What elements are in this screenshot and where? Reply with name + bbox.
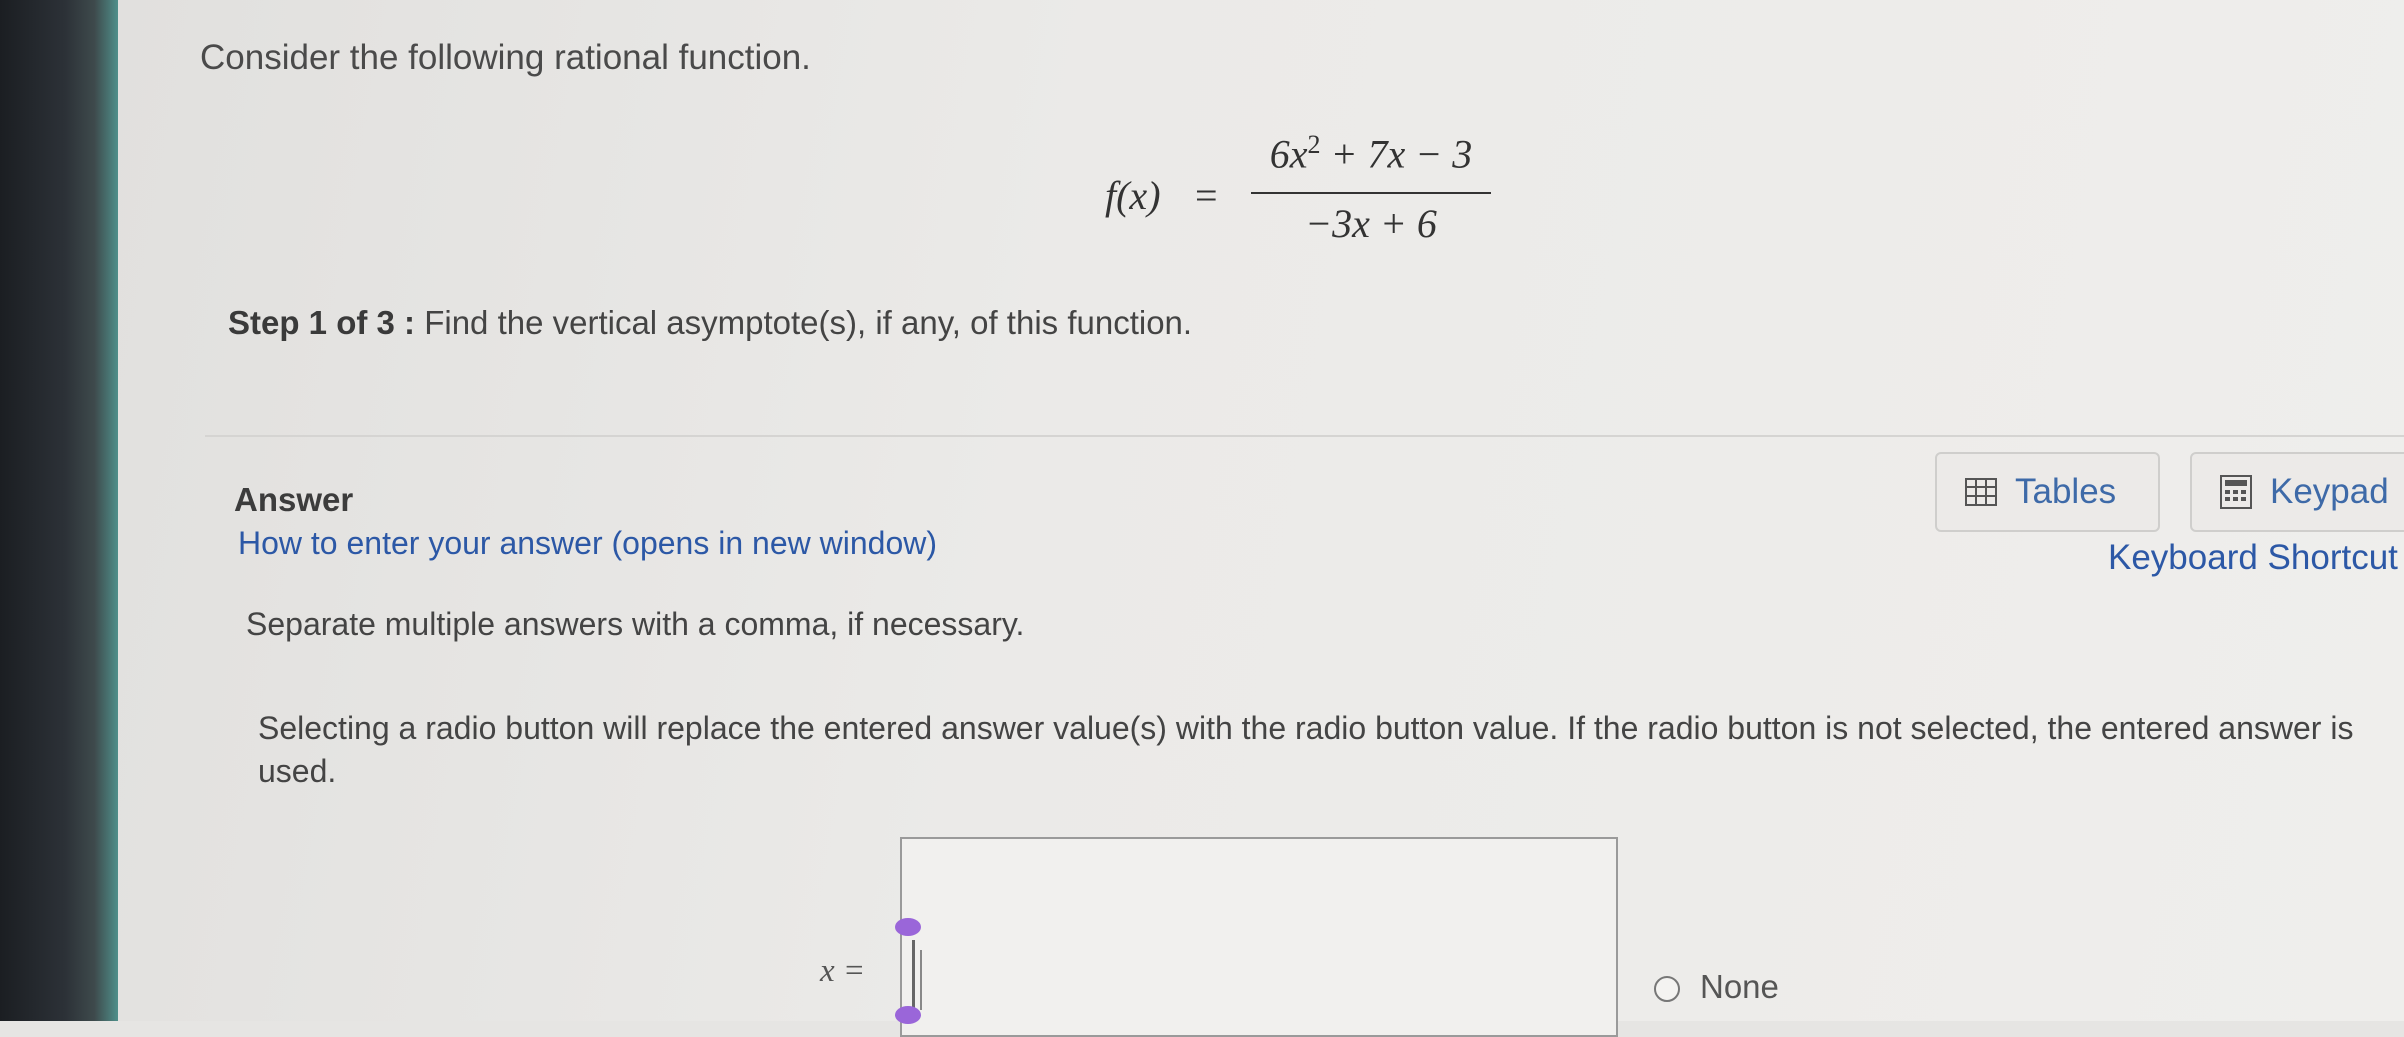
answer-heading: Answer [234,481,354,518]
section-divider [205,435,2404,437]
denominator-text: −3x + 6 [1305,201,1437,246]
function-denominator: −3x + 6 [1251,200,1491,247]
rational-function-formula: f(x) = 6x2 + 7x − 3 −3x + 6 [1105,130,1491,260]
numerator-rest: + 7x − 3 [1320,131,1473,177]
none-radio-label[interactable]: None [1700,968,1779,1006]
keyboard-shortcuts-link[interactable]: Keyboard Shortcut [2108,538,2398,578]
separate-answers-note: Separate multiple answers with a comma, … [246,606,1025,642]
selection-handle-bottom[interactable] [895,1006,921,1024]
keypad-icon [2220,475,2252,509]
tables-label: Tables [2015,472,2117,511]
how-to-enter-link[interactable]: How to enter your answer (opens in new w… [238,525,937,562]
function-numerator: 6x2 + 7x − 3 [1251,130,1491,177]
step-text: Find the vertical asymptote(s), if any, … [415,304,1193,341]
keypad-label: Keypad [2270,472,2389,511]
step-label: Step 1 of 3 : [228,304,416,341]
question-intro: Consider the following rational function… [200,38,811,77]
monitor-bezel [0,0,118,1021]
answer-input[interactable] [900,837,1618,1037]
tables-button[interactable]: Tables [1935,452,2160,532]
numerator-lead: 6x [1269,131,1308,177]
fraction-bar [1251,192,1491,194]
none-radio-button[interactable] [1654,976,1680,1002]
step-instruction: Step 1 of 3 : Find the vertical asymptot… [228,304,1192,342]
function-equals: = [1195,173,1218,218]
function-lhs: f(x) [1105,173,1161,218]
numerator-exponent: 2 [1307,130,1321,159]
keypad-button[interactable]: Keypad [2190,452,2404,532]
text-cursor [912,940,915,1015]
text-cursor-shadow [920,950,922,1010]
answer-input-label: x = [820,953,866,989]
table-icon [1965,478,1997,506]
selection-handle-top[interactable] [895,918,921,936]
radio-replace-note: Selecting a radio button will replace th… [258,710,2354,789]
